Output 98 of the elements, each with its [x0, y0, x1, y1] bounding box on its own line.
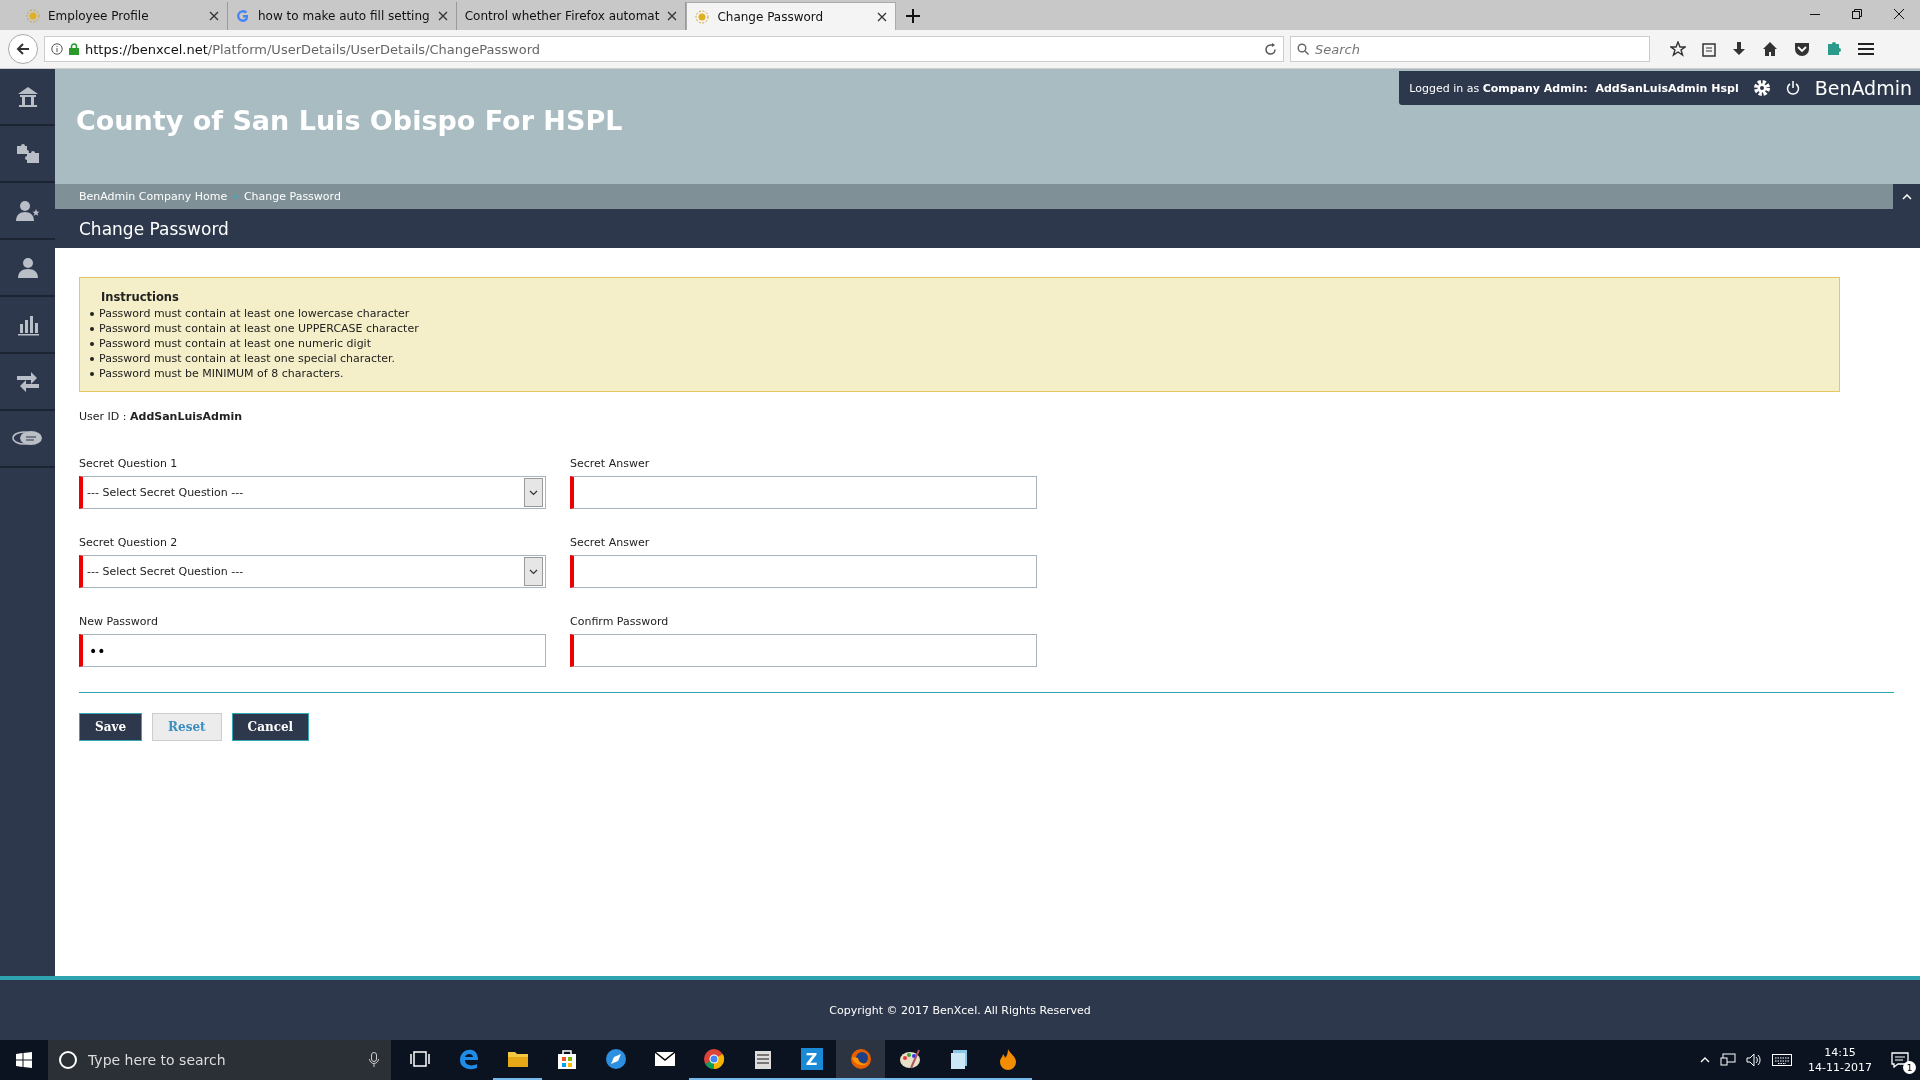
brand-name: BenAdmin: [1814, 77, 1912, 99]
collapse-button[interactable]: [1893, 184, 1920, 209]
organization-title: County of San Luis Obispo For HSPL: [76, 105, 623, 136]
puzzle-icon: [14, 142, 41, 165]
bullet-icon: [90, 327, 94, 331]
back-arrow-icon: [16, 42, 30, 56]
copyright-text: Copyright © 2017 BenXcel. All Rights Reserved: [829, 1003, 1091, 1017]
shopping-bag-icon[interactable]: [556, 1048, 577, 1070]
password-field[interactable]: [570, 634, 1037, 667]
speaker-icon[interactable]: [1746, 1053, 1763, 1067]
microphone-icon[interactable]: [369, 1052, 379, 1068]
archive-icon[interactable]: [752, 1048, 773, 1070]
bullet-icon: [90, 342, 94, 346]
restore-icon[interactable]: [1852, 9, 1862, 19]
notebook-icon[interactable]: [948, 1048, 969, 1070]
chevron-up-icon[interactable]: [1700, 1057, 1711, 1063]
close-icon[interactable]: [437, 11, 448, 21]
swap-arrows-icon: [15, 370, 40, 393]
answer-field[interactable]: [570, 476, 1037, 509]
puzzle-icon[interactable]: [1826, 41, 1842, 57]
fox-globe-icon[interactable]: [849, 1048, 872, 1070]
user-icon: [16, 256, 39, 279]
field-label: Secret Answer: [570, 457, 651, 470]
folder-icon[interactable]: [506, 1049, 529, 1069]
info-icon[interactable]: [51, 43, 63, 55]
browser-e-icon[interactable]: [457, 1048, 480, 1070]
home-icon: [16, 85, 39, 108]
answer-field[interactable]: [570, 555, 1037, 588]
menu-icon[interactable]: [1858, 42, 1874, 56]
field-label: Secret Question 1: [79, 457, 179, 470]
star-icon[interactable]: [1670, 41, 1686, 57]
clock[interactable]: 14:15 14-11-2017: [1802, 1045, 1878, 1075]
speech-bubble-icon: [1891, 1052, 1909, 1068]
g-favicon-icon: [236, 9, 250, 23]
bullet-icon: [90, 372, 94, 376]
close-icon[interactable]: [877, 11, 888, 22]
bullet-icon: [90, 357, 94, 361]
logged-in-text: Logged in as Company Admin: AddSanLuisAdmin Hspl: [1409, 81, 1739, 95]
instruction-text: Password must contain at least one numeric digit: [99, 336, 371, 351]
task-view-icon[interactable]: [409, 1051, 430, 1067]
form-button[interactable]: Cancel: [231, 713, 310, 741]
shield-icon[interactable]: [1794, 41, 1810, 57]
question-dropdown[interactable]: --- Select Secret Question ---: [79, 555, 546, 588]
close-icon[interactable]: [209, 11, 219, 21]
power-icon[interactable]: [1784, 80, 1801, 96]
chevron-down-icon: [529, 489, 538, 496]
instructions-title: Instructions: [101, 290, 180, 304]
network-icon[interactable]: [1720, 1053, 1737, 1067]
page-title: Change Password: [55, 209, 1920, 248]
instruction-text: Password must contain at least one UPPERCASE character: [99, 321, 419, 336]
chevron-down-icon: [529, 568, 538, 575]
breadcrumb-separator: »: [232, 190, 239, 203]
field-label: Confirm Password: [570, 615, 670, 628]
sun-favicon-icon: [26, 9, 40, 23]
palette-icon[interactable]: [898, 1048, 921, 1070]
compass-icon[interactable]: [604, 1048, 627, 1070]
password-field[interactable]: ••: [79, 634, 546, 667]
browser-tab[interactable]: Change Password: [686, 2, 897, 30]
windows-logo-icon: [16, 1052, 32, 1068]
reload-icon[interactable]: [1264, 42, 1277, 56]
instruction-text: Password must contain at least one lowercase character: [99, 306, 410, 321]
instruction-text: Password must contain at least one special character.: [99, 351, 396, 366]
keyboard-icon[interactable]: [1772, 1054, 1793, 1066]
field-label: Secret Answer: [570, 536, 651, 549]
flame-icon[interactable]: [998, 1048, 1017, 1070]
close-icon[interactable]: [1894, 9, 1904, 19]
app-tile[interactable]: Z: [800, 1048, 823, 1070]
field-label: New Password: [79, 615, 159, 628]
user-star-icon: [14, 199, 41, 222]
user-id-text: User ID : AddSanLuisAdmin: [79, 410, 244, 423]
instruction-text: Password must be MINIMUM of 8 characters.: [99, 366, 344, 381]
form-button[interactable]: Save: [79, 713, 143, 741]
chevron-up-icon: [1901, 193, 1912, 200]
taskbar-search-field[interactable]: Type here to search: [48, 1040, 391, 1080]
back-button[interactable]: [8, 34, 38, 64]
bullet-icon: [90, 312, 94, 316]
question-dropdown[interactable]: --- Select Secret Question ---: [79, 476, 546, 509]
sun-favicon-icon: [695, 9, 710, 24]
padlock-icon: [69, 43, 79, 55]
download-icon[interactable]: [1732, 41, 1746, 57]
notification-count: 1: [1903, 1061, 1916, 1074]
field-label: Secret Question 2: [79, 536, 179, 549]
time-text: 14:15: [1823, 1045, 1857, 1060]
settings-icon[interactable]: [1752, 79, 1771, 97]
envelope-icon[interactable]: [653, 1051, 676, 1067]
address-bar[interactable]: https://benxcel.net/Platform/UserDetails/UserDetails/ChangePassword: [44, 36, 1284, 62]
search-circle-icon: [58, 1050, 78, 1070]
minimize-icon[interactable]: [1810, 14, 1820, 16]
home-icon[interactable]: [1762, 41, 1778, 57]
circle-logo-icon[interactable]: [702, 1048, 725, 1070]
bar-chart-icon: [16, 313, 39, 336]
clipboard-icon[interactable]: [1702, 41, 1716, 57]
close-icon[interactable]: [667, 11, 678, 21]
url-text: https://benxcel.net/Platform/UserDetails/UserDetails/ChangePassword: [85, 41, 541, 57]
search-icon: [1297, 43, 1309, 55]
new-tab-icon[interactable]: [906, 9, 921, 23]
browser-search-field[interactable]: Search: [1290, 36, 1650, 62]
date-text: 14-11-2017: [1808, 1060, 1872, 1075]
